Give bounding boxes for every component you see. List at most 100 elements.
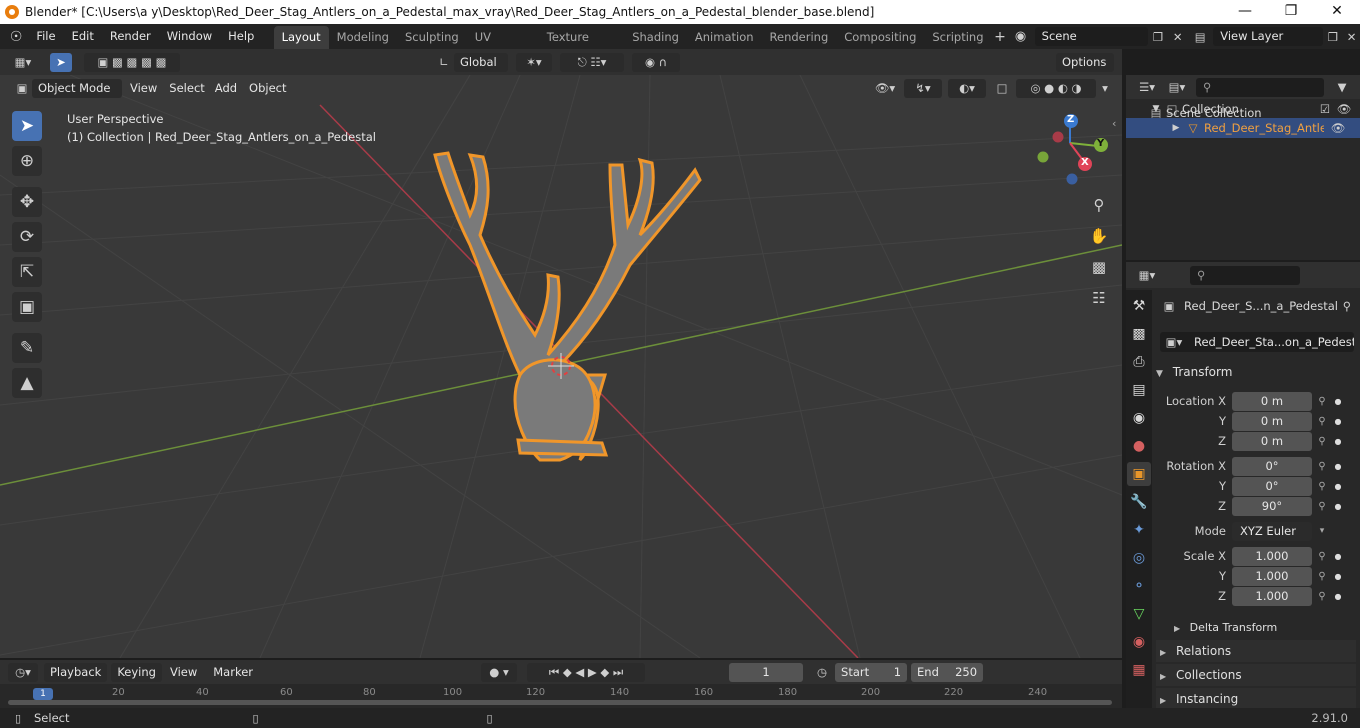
scale-y-field[interactable]: 1.000: [1232, 566, 1312, 586]
keyframe-dot-icon[interactable]: ●: [1332, 397, 1344, 406]
view-layer-icon[interactable]: ▤: [1187, 30, 1213, 44]
keying-dropdown[interactable]: Keying: [111, 662, 162, 682]
cursor-tool-icon[interactable]: ⊕: [12, 146, 42, 176]
expand-object-icon[interactable]: ▶: [1170, 118, 1182, 138]
blender-menu-icon[interactable]: ☉: [4, 29, 28, 45]
lock-icon[interactable]: ⚲: [1312, 416, 1332, 427]
view-layer-field[interactable]: View Layer: [1213, 27, 1323, 46]
tab-layout[interactable]: Layout: [273, 26, 329, 49]
proportional-editing-icon[interactable]: ◉ ∩: [632, 52, 680, 72]
delete-view-layer-icon[interactable]: ✕: [1343, 30, 1360, 44]
scale-z-field[interactable]: 1.000: [1232, 586, 1312, 606]
selection-mode-icons[interactable]: ▣ ▩ ▩ ▩ ▩: [84, 52, 180, 72]
object-visibility-icon[interactable]: 👁: [1324, 118, 1352, 138]
minimize-icon[interactable]: —: [1222, 0, 1268, 24]
overlay-toggle-icon[interactable]: ◐▾: [948, 78, 986, 98]
outliner-editor-icon[interactable]: ☰▾: [1132, 80, 1162, 94]
timeline-scrollbar[interactable]: [8, 700, 1112, 705]
object-row[interactable]: ▶ ▽ Red_Deer_Stag_Antle 👁: [1126, 118, 1360, 138]
menu-edit[interactable]: Edit: [64, 24, 102, 49]
pin-icon[interactable]: ⚲: [1338, 299, 1356, 313]
viewport-menu-object[interactable]: Object: [243, 75, 292, 101]
modifier-tab-icon[interactable]: 🔧: [1127, 490, 1151, 514]
menu-help[interactable]: Help: [220, 24, 262, 49]
timeline-ruler[interactable]: 1 20 40 60 80 100 120 140 160 180 200 22…: [0, 684, 1122, 708]
tab-rendering[interactable]: Rendering: [762, 26, 837, 49]
annotate-tool-icon[interactable]: ✎: [12, 333, 42, 363]
timeline-editor-icon[interactable]: ◷▾: [8, 662, 38, 682]
shading-mode-icons[interactable]: ◎ ● ◐ ◑: [1016, 78, 1096, 98]
relations-panel-header[interactable]: ▶ Relations: [1156, 640, 1356, 662]
scene-icon[interactable]: ◉: [1008, 29, 1032, 44]
menu-render[interactable]: Render: [102, 24, 159, 49]
delete-scene-icon[interactable]: ✕: [1168, 30, 1187, 44]
lock-icon[interactable]: ⚲: [1312, 571, 1332, 582]
current-frame-field[interactable]: 1: [729, 662, 804, 682]
tab-uv-editing[interactable]: UV Editing: [467, 26, 539, 67]
render-tab-icon[interactable]: ▩: [1127, 322, 1151, 346]
transform-panel-header[interactable]: ▼ Transform: [1156, 361, 1356, 383]
tool-tab-icon[interactable]: ⚒: [1127, 294, 1151, 318]
camera-view-icon[interactable]: ▩: [1087, 255, 1111, 279]
keyframe-dot-icon[interactable]: ●: [1332, 482, 1344, 491]
constraints-tab-icon[interactable]: ⚬: [1127, 574, 1151, 598]
tab-modeling[interactable]: Modeling: [329, 26, 397, 49]
display-mode-icon[interactable]: ▤▾: [1162, 80, 1192, 94]
instancing-panel-header[interactable]: ▶ Instancing: [1156, 688, 1356, 710]
select-tool-icon[interactable]: ➤: [12, 111, 42, 141]
3d-viewport[interactable]: Z Y X ▣ Object Mode View Select Add Obje…: [0, 75, 1122, 658]
keyframe-dot-icon[interactable]: ●: [1332, 592, 1344, 601]
keyframe-dot-icon[interactable]: ●: [1332, 572, 1344, 581]
object-datablock-row[interactable]: ▣▾ Red_Deer_Sta...on_a_Pedestal: [1160, 332, 1354, 352]
outliner-search-icon[interactable]: ⚲: [1196, 77, 1324, 97]
scale-tool-icon[interactable]: ⇱: [12, 257, 42, 287]
collection-checkbox-icon[interactable]: ☑: [1316, 99, 1334, 119]
tab-animation[interactable]: Animation: [687, 26, 762, 49]
timeline-menu-marker[interactable]: Marker: [205, 660, 261, 684]
menu-window[interactable]: Window: [159, 24, 220, 49]
end-frame-field[interactable]: End 250: [911, 662, 984, 682]
transform-tool-icon[interactable]: ▣: [12, 292, 42, 322]
playback-controls-icons[interactable]: ⏮ ◆ ◀ ▶ ◆ ⏭: [527, 662, 646, 682]
viewport-menu-view[interactable]: View: [122, 75, 165, 101]
playhead[interactable]: 1: [33, 688, 53, 700]
location-x-field[interactable]: 0 m: [1232, 391, 1312, 411]
auto-keying-icon[interactable]: ● ▾: [481, 662, 518, 682]
rotation-y-field[interactable]: 0°: [1232, 476, 1312, 496]
keyframe-dot-icon[interactable]: ●: [1332, 437, 1344, 446]
measure-tool-icon[interactable]: ▲: [12, 368, 42, 398]
ortho-grid-icon[interactable]: ☷: [1087, 286, 1111, 310]
collections-panel-header[interactable]: ▶ Collections: [1156, 664, 1356, 686]
playback-dropdown[interactable]: Playback: [44, 662, 108, 682]
delta-transform-header[interactable]: ▶ Delta Transform: [1174, 617, 1360, 639]
editor-type-icon[interactable]: ▦▾: [8, 55, 38, 69]
shading-dropdown-icon[interactable]: ▾: [1096, 81, 1114, 95]
gizmo-toggle-icon[interactable]: ↯▾: [904, 78, 942, 98]
pan-hand-icon[interactable]: ✋: [1087, 224, 1111, 248]
collection-visibility-icon[interactable]: 👁: [1334, 99, 1354, 119]
object-tab-icon[interactable]: ▣: [1127, 462, 1151, 486]
properties-search-icon[interactable]: ⚲: [1190, 265, 1300, 285]
location-z-field[interactable]: 0 m: [1232, 431, 1312, 451]
expand-collection-icon[interactable]: ▼: [1150, 99, 1162, 119]
object-datablock-name[interactable]: Red_Deer_Sta...on_a_Pedestal: [1188, 335, 1354, 349]
lock-icon[interactable]: ⚲: [1312, 481, 1332, 492]
viewport-menu-select[interactable]: Select: [165, 75, 208, 101]
output-tab-icon[interactable]: ⎙: [1127, 350, 1151, 374]
menu-file[interactable]: File: [28, 24, 63, 49]
lock-icon[interactable]: ⚲: [1312, 396, 1332, 407]
close-icon[interactable]: ✕: [1314, 0, 1360, 24]
viewport-menu-add[interactable]: Add: [209, 75, 243, 101]
physics-tab-icon[interactable]: ◎: [1127, 546, 1151, 570]
sidebar-toggle-icon[interactable]: ‹: [1112, 117, 1116, 130]
timeline-menu-view[interactable]: View: [162, 660, 205, 684]
particles-tab-icon[interactable]: ✦: [1127, 518, 1151, 542]
scene-tab-icon[interactable]: ◉: [1127, 406, 1151, 430]
rotate-tool-icon[interactable]: ⟳: [12, 222, 42, 252]
properties-editor-icon[interactable]: ▦▾: [1132, 268, 1162, 282]
tab-texture-paint[interactable]: Texture Paint: [539, 26, 624, 67]
maximize-icon[interactable]: ❐: [1268, 0, 1314, 24]
tab-sculpting[interactable]: Sculpting: [397, 26, 467, 49]
add-workspace-icon[interactable]: +: [992, 29, 1009, 45]
scene-field[interactable]: Scene: [1034, 27, 1148, 46]
